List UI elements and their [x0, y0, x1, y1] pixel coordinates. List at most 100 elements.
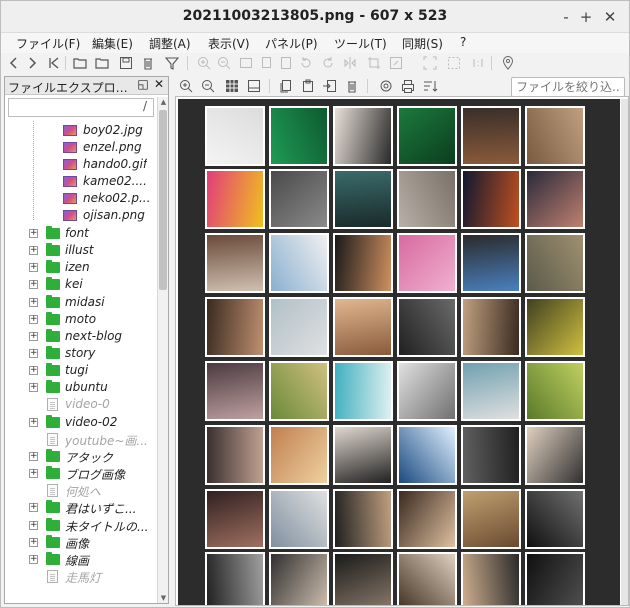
page-icon[interactable]	[277, 54, 295, 72]
thumbnail-item[interactable]	[397, 552, 457, 605]
float-panel-icon[interactable]: ◱	[136, 78, 150, 92]
thumbnail-item[interactable]	[461, 233, 521, 293]
thumbnail-item[interactable]	[205, 361, 265, 421]
tree-folder-item[interactable]: + video-02	[5, 414, 155, 431]
menu-view[interactable]: 表示(V)	[208, 35, 250, 52]
tree-file-item[interactable]: neko02.p...	[5, 190, 155, 207]
expand-icon[interactable]: +	[29, 469, 38, 478]
expand-icon[interactable]: +	[29, 332, 38, 341]
tree-folder-item[interactable]: + midasi	[5, 294, 155, 311]
expand-icon[interactable]: +	[29, 280, 38, 289]
thumbnail-item[interactable]	[397, 489, 457, 549]
tree-folder-item[interactable]: 何処へ	[5, 482, 155, 499]
thumbnail-item[interactable]	[269, 106, 329, 166]
thumbnail-item[interactable]	[461, 297, 521, 357]
thumbnail-item[interactable]	[525, 106, 585, 166]
thumbnail-item[interactable]	[269, 297, 329, 357]
tree-file-item[interactable]: hando0.gif	[5, 156, 155, 173]
tree-folder-item[interactable]: youtube~画...	[5, 431, 155, 448]
location-pin-icon[interactable]	[499, 54, 517, 72]
thumbnail-item[interactable]	[333, 297, 393, 357]
thumbnail-item[interactable]	[333, 425, 393, 485]
expand-icon[interactable]: +	[29, 555, 38, 564]
expand-icon[interactable]: +	[29, 246, 38, 255]
thumbnail-item[interactable]	[525, 169, 585, 229]
trash-icon[interactable]	[343, 77, 361, 95]
thumbnail-item[interactable]	[525, 297, 585, 357]
thumbnail-item[interactable]	[333, 233, 393, 293]
tree-file-item[interactable]: ojisan.png	[5, 207, 155, 224]
tree-file-item[interactable]: boy02.jpg	[5, 122, 155, 139]
thumbnail-item[interactable]	[397, 297, 457, 357]
actual-size-icon[interactable]	[469, 54, 487, 72]
expand-icon[interactable]: +	[29, 229, 38, 238]
rotate-left-icon[interactable]	[297, 54, 315, 72]
menu-file[interactable]: ファイル(F)	[16, 35, 80, 52]
select-area-icon[interactable]	[445, 54, 463, 72]
expand-icon[interactable]: +	[29, 366, 38, 375]
expand-icon[interactable]: +	[29, 315, 38, 324]
tree-folder-item[interactable]: video-0	[5, 396, 155, 413]
tree-folder-item[interactable]: + kei	[5, 276, 155, 293]
thumbnail-item[interactable]	[205, 169, 265, 229]
menu-adjust[interactable]: 調整(A)	[149, 35, 191, 52]
thumbnail-item[interactable]	[461, 489, 521, 549]
tree-folder-item[interactable]: + 君はいずこ...	[5, 499, 155, 516]
thumbnail-item[interactable]	[205, 106, 265, 166]
thumbnail-item[interactable]	[461, 552, 521, 605]
thumbnail-item[interactable]	[397, 169, 457, 229]
minimize-button[interactable]: -	[555, 6, 577, 28]
menu-help[interactable]: ?	[460, 35, 466, 49]
first-icon[interactable]	[45, 54, 63, 72]
menu-sync[interactable]: 同期(S)	[402, 35, 443, 52]
tree-folder-item[interactable]: + font	[5, 225, 155, 242]
tree-folder-item[interactable]: 走馬灯	[5, 568, 155, 585]
thumbnail-item[interactable]	[205, 297, 265, 357]
tree-folder-item[interactable]: + 線画	[5, 551, 155, 568]
tree-folder-item[interactable]: + tugi	[5, 362, 155, 379]
thumb-zoom-in-icon[interactable]	[177, 77, 195, 95]
tree-folder-item[interactable]: + story	[5, 345, 155, 362]
filter-icon[interactable]	[163, 54, 181, 72]
rotate-right-icon[interactable]	[319, 54, 337, 72]
thumbnail-item[interactable]	[525, 233, 585, 293]
thumbnail-item[interactable]	[205, 489, 265, 549]
tree-file-item[interactable]: kame02....	[5, 173, 155, 190]
thumbnail-item[interactable]	[333, 169, 393, 229]
copy-icon[interactable]	[257, 54, 275, 72]
thumbnail-item[interactable]	[205, 233, 265, 293]
thumbnail-item[interactable]	[461, 169, 521, 229]
save-icon[interactable]	[117, 54, 135, 72]
tree-folder-item[interactable]: + 未タイトルの...	[5, 517, 155, 534]
expand-icon[interactable]: +	[29, 263, 38, 272]
settings-icon[interactable]	[377, 77, 395, 95]
expand-icon[interactable]: +	[29, 298, 38, 307]
thumbnail-item[interactable]	[205, 552, 265, 605]
expand-icon[interactable]: +	[29, 383, 38, 392]
expand-icon[interactable]: +	[29, 503, 38, 512]
tree-folder-item[interactable]: + moto	[5, 311, 155, 328]
close-button[interactable]: ✕	[599, 6, 621, 28]
thumbnail-item[interactable]	[269, 233, 329, 293]
print-icon[interactable]	[399, 77, 417, 95]
thumbnail-item[interactable]	[269, 552, 329, 605]
path-bar[interactable]: /	[8, 98, 154, 117]
thumbnail-item[interactable]	[397, 425, 457, 485]
menu-edit[interactable]: 編集(E)	[92, 35, 133, 52]
tree-file-item[interactable]: enzel.png	[5, 139, 155, 156]
open-folder-icon[interactable]	[71, 54, 89, 72]
menu-panel[interactable]: パネル(P)	[265, 35, 318, 52]
paste-icon[interactable]	[299, 77, 317, 95]
move-icon[interactable]	[321, 77, 339, 95]
menu-tools[interactable]: ツール(T)	[334, 35, 387, 52]
maximize-button[interactable]: +	[575, 6, 597, 28]
next-icon[interactable]	[23, 54, 41, 72]
tree-folder-item[interactable]: + ubuntu	[5, 379, 155, 396]
fullscreen-icon[interactable]	[421, 54, 439, 72]
thumb-zoom-out-icon[interactable]	[199, 77, 217, 95]
resize-icon[interactable]	[387, 54, 405, 72]
tree-folder-item[interactable]: + アタック	[5, 448, 155, 465]
expand-icon[interactable]: +	[29, 418, 38, 427]
thumbnail-item[interactable]	[333, 552, 393, 605]
scroll-thumb[interactable]	[159, 110, 167, 290]
